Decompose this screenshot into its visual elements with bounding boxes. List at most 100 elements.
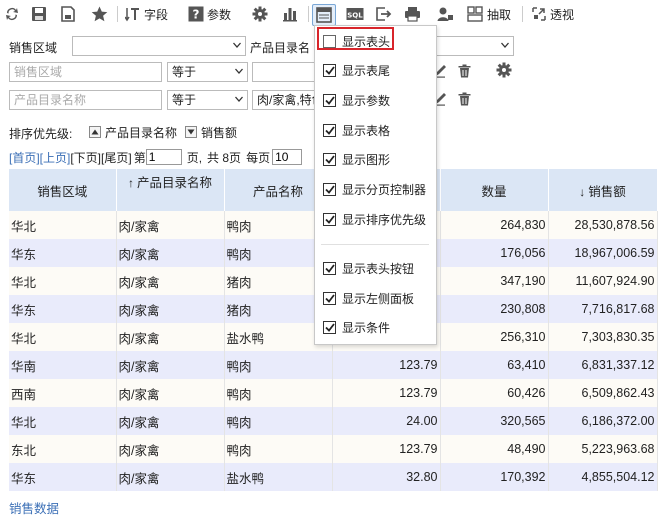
condition-field-sales-region[interactable]: 销售区域 <box>9 62 162 82</box>
field-button[interactable]: 字段 <box>125 4 168 24</box>
cell-quantity: 347,190 <box>440 267 549 295</box>
cell-category: 肉/家禽 <box>116 323 225 351</box>
cell-region: 华东 <box>9 239 117 267</box>
condition-field-placeholder: 产品目录名称 <box>14 93 87 107</box>
condition-settings-gear-icon[interactable] <box>496 62 512 81</box>
menu-item-show-pager[interactable]: 显示分页控制器 <box>323 179 426 199</box>
pager-last[interactable]: [尾页] <box>101 149 132 166</box>
menu-item-show-chart[interactable]: 显示图形 <box>323 149 390 169</box>
menu-item-show-table[interactable]: 显示表格 <box>323 120 390 140</box>
cell-category: 肉/家禽 <box>116 239 225 267</box>
export-icon[interactable] <box>375 4 392 24</box>
column-header-sales[interactable]: ↓ 销售额 <box>548 169 658 211</box>
save-icon[interactable] <box>31 4 47 24</box>
condition-operator-select[interactable]: 等于 <box>167 62 248 82</box>
save-as-icon[interactable] <box>60 4 76 24</box>
pager-prev[interactable]: [上页] <box>40 149 71 166</box>
cell-quantity: 176,056 <box>440 239 549 267</box>
chevron-down-icon <box>235 96 243 102</box>
favorite-star-icon[interactable] <box>91 4 108 24</box>
param-button[interactable]: ? 参数 <box>188 4 231 24</box>
cell-price: 24.00 <box>332 407 441 435</box>
cell-category: 肉/家禽 <box>116 267 225 295</box>
menu-item-show-conditions[interactable]: 显示条件 <box>323 317 390 337</box>
extract-button[interactable]: 抽取 <box>467 4 511 24</box>
cell-price: 123.79 <box>332 379 441 407</box>
table-row: 东北 肉/家禽 鸭肉 123.79 48,490 5,223,963.68 <box>9 435 658 463</box>
cell-product: 鸭肉 <box>224 351 333 379</box>
toolbar-divider <box>117 6 118 22</box>
pivot-button[interactable]: 透视 <box>531 4 574 24</box>
filter-label-sales-region: 销售区域 <box>9 41 58 55</box>
menu-item-show-header-buttons[interactable]: 显示表头按钮 <box>323 258 414 278</box>
sales-region-select[interactable] <box>72 36 246 56</box>
condition-operator-select[interactable]: 等于 <box>167 90 248 110</box>
filter-label-category: 产品目录名 <box>250 41 311 55</box>
display-options-menu: 显示表头 显示表尾 显示参数 显示表格 显示图形 显示分页控制器 显示排序优先级… <box>314 25 437 345</box>
cell-product: 鸭肉 <box>224 435 333 463</box>
sort-chip-label: 产品目录名称 <box>105 125 178 140</box>
cell-product: 鸭肉 <box>224 407 333 435</box>
cell-region: 华北 <box>9 323 117 351</box>
refresh-icon[interactable] <box>4 4 20 24</box>
cell-price: 123.79 <box>332 435 441 463</box>
cell-quantity: 170,392 <box>440 463 549 491</box>
user-permission-icon[interactable] <box>437 4 454 24</box>
sql-icon[interactable]: SQL <box>346 4 364 24</box>
condition-value: 肉/家禽,特色 <box>257 93 314 107</box>
sort-chip-sales[interactable]: 销售额 <box>185 124 237 140</box>
cell-sales: 18,967,006.59 <box>548 239 658 267</box>
toolbar: 字段 ? 参数 SQL 抽取 透视 <box>0 0 661 28</box>
field-icon <box>125 6 141 22</box>
checkbox-checked-icon <box>323 63 336 77</box>
sales-data-link[interactable]: 销售数据 <box>9 498 59 517</box>
per-page-input[interactable] <box>272 149 303 165</box>
page-number-input[interactable] <box>145 149 182 165</box>
param-icon: ? <box>188 6 204 22</box>
print-icon[interactable] <box>404 4 421 24</box>
cell-quantity: 63,410 <box>440 351 549 379</box>
operator-value: 等于 <box>172 93 197 107</box>
checkbox-checked-icon <box>323 152 336 166</box>
table-row: 华东 肉/家禽 盐水鸭 32.80 170,392 4,855,504.12 <box>9 463 658 491</box>
bar-chart-icon[interactable] <box>282 4 298 24</box>
pager-next[interactable]: [下页] <box>70 149 101 166</box>
highlight-box <box>317 27 394 50</box>
sort-down-arrow-icon: ↓ <box>579 184 586 199</box>
sort-priority-label: 排序优先级: <box>9 127 73 141</box>
pager-first[interactable]: [首页] <box>9 149 40 166</box>
menu-item-show-sort-priority[interactable]: 显示排序优先级 <box>323 209 426 229</box>
condition-value-input[interactable]: 肉/家禽,特色 <box>252 90 314 110</box>
menu-item-show-params[interactable]: 显示参数 <box>323 90 390 110</box>
param-label: 参数 <box>207 7 232 22</box>
pivot-label: 透视 <box>550 7 575 22</box>
display-settings-button[interactable] <box>312 4 336 26</box>
condition-value-input[interactable] <box>252 62 314 82</box>
cell-category: 肉/家禽 <box>116 379 225 407</box>
category-select[interactable] <box>435 36 514 56</box>
menu-item-show-footer[interactable]: 显示表尾 <box>323 60 390 80</box>
table-row: 华北 肉/家禽 鸭肉 24.00 320,565 6,186,372.00 <box>9 407 658 435</box>
cell-sales: 7,303,830.35 <box>548 323 658 351</box>
checkbox-checked-icon <box>323 182 336 196</box>
sort-chip-label: 销售额 <box>201 125 238 140</box>
column-header-quantity[interactable]: 数量 <box>440 169 549 211</box>
cell-category: 肉/家禽 <box>116 211 225 239</box>
menu-item-show-left-panel[interactable]: 显示左侧面板 <box>323 288 414 308</box>
column-header-category[interactable]: ↑ 产品目录名称 <box>116 169 225 211</box>
svg-text:?: ? <box>193 8 200 22</box>
pivot-icon <box>531 6 547 22</box>
checkbox-checked-icon <box>323 212 336 226</box>
cell-quantity: 264,830 <box>440 211 549 239</box>
delete-trash-icon[interactable] <box>458 64 471 81</box>
chevron-down-icon <box>501 42 509 48</box>
sort-chip-category[interactable]: 产品目录名称 <box>89 124 177 140</box>
condition-field-category[interactable]: 产品目录名称 <box>9 90 162 110</box>
column-header-region[interactable]: 销售区域 <box>9 169 117 211</box>
sort-ascending-icon <box>89 126 101 138</box>
extract-icon <box>467 6 484 22</box>
delete-trash-icon[interactable] <box>458 92 471 109</box>
settings-gear-icon[interactable] <box>252 4 268 24</box>
layout-table-icon <box>316 7 332 23</box>
cell-category: 肉/家禽 <box>116 295 225 323</box>
